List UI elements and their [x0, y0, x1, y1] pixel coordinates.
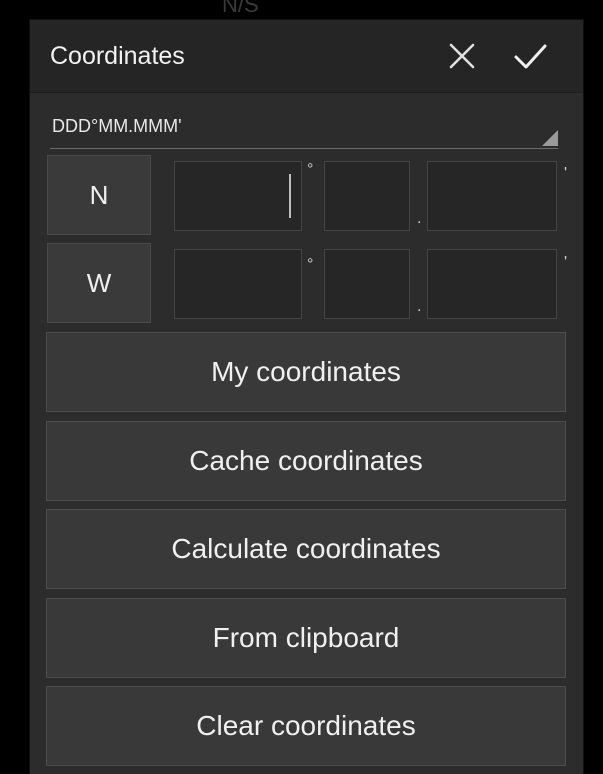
my-coordinates-button[interactable]: My coordinates: [46, 332, 566, 412]
check-icon[interactable]: [508, 34, 552, 78]
close-icon[interactable]: [440, 34, 484, 78]
cache-coordinates-button[interactable]: Cache coordinates: [46, 421, 566, 501]
latitude-decimal-dot: .: [417, 210, 422, 227]
latitude-degrees-field[interactable]: [174, 161, 302, 231]
coordinate-format-label: DDD°MM.MMM': [52, 116, 182, 136]
longitude-degree-symbol: °: [307, 256, 314, 273]
longitude-minute-symbol: ': [564, 254, 568, 271]
coordinate-format-select[interactable]: DDD°MM.MMM': [50, 104, 558, 149]
background-text: N/S: [222, 0, 259, 17]
from-clipboard-button[interactable]: From clipboard: [46, 598, 566, 678]
latitude-hemisphere-button[interactable]: N: [47, 155, 151, 235]
dialog-titlebar: Coordinates: [30, 20, 583, 93]
coordinates-dialog: Coordinates DDD°MM.MMM' N ° . ' W ° . ' …: [30, 20, 583, 774]
longitude-minutes-field[interactable]: [324, 249, 410, 319]
longitude-hemisphere-label: W: [86, 267, 112, 298]
calculate-coordinates-button[interactable]: Calculate coordinates: [46, 509, 566, 589]
latitude-fraction-field[interactable]: [427, 161, 557, 231]
longitude-degrees-field[interactable]: [174, 249, 302, 319]
latitude-minutes-field[interactable]: [324, 161, 410, 231]
dialog-title: Coordinates: [50, 42, 185, 70]
longitude-decimal-dot: .: [417, 298, 422, 315]
longitude-fraction-field[interactable]: [427, 249, 557, 319]
dropdown-corner-icon: [542, 130, 558, 146]
longitude-hemisphere-button[interactable]: W: [47, 243, 151, 323]
latitude-minute-symbol: ': [564, 165, 568, 182]
latitude-degree-symbol: °: [307, 161, 314, 178]
latitude-hemisphere-label: N: [89, 179, 109, 210]
text-cursor: [289, 174, 291, 218]
clear-coordinates-button[interactable]: Clear coordinates: [46, 686, 566, 766]
